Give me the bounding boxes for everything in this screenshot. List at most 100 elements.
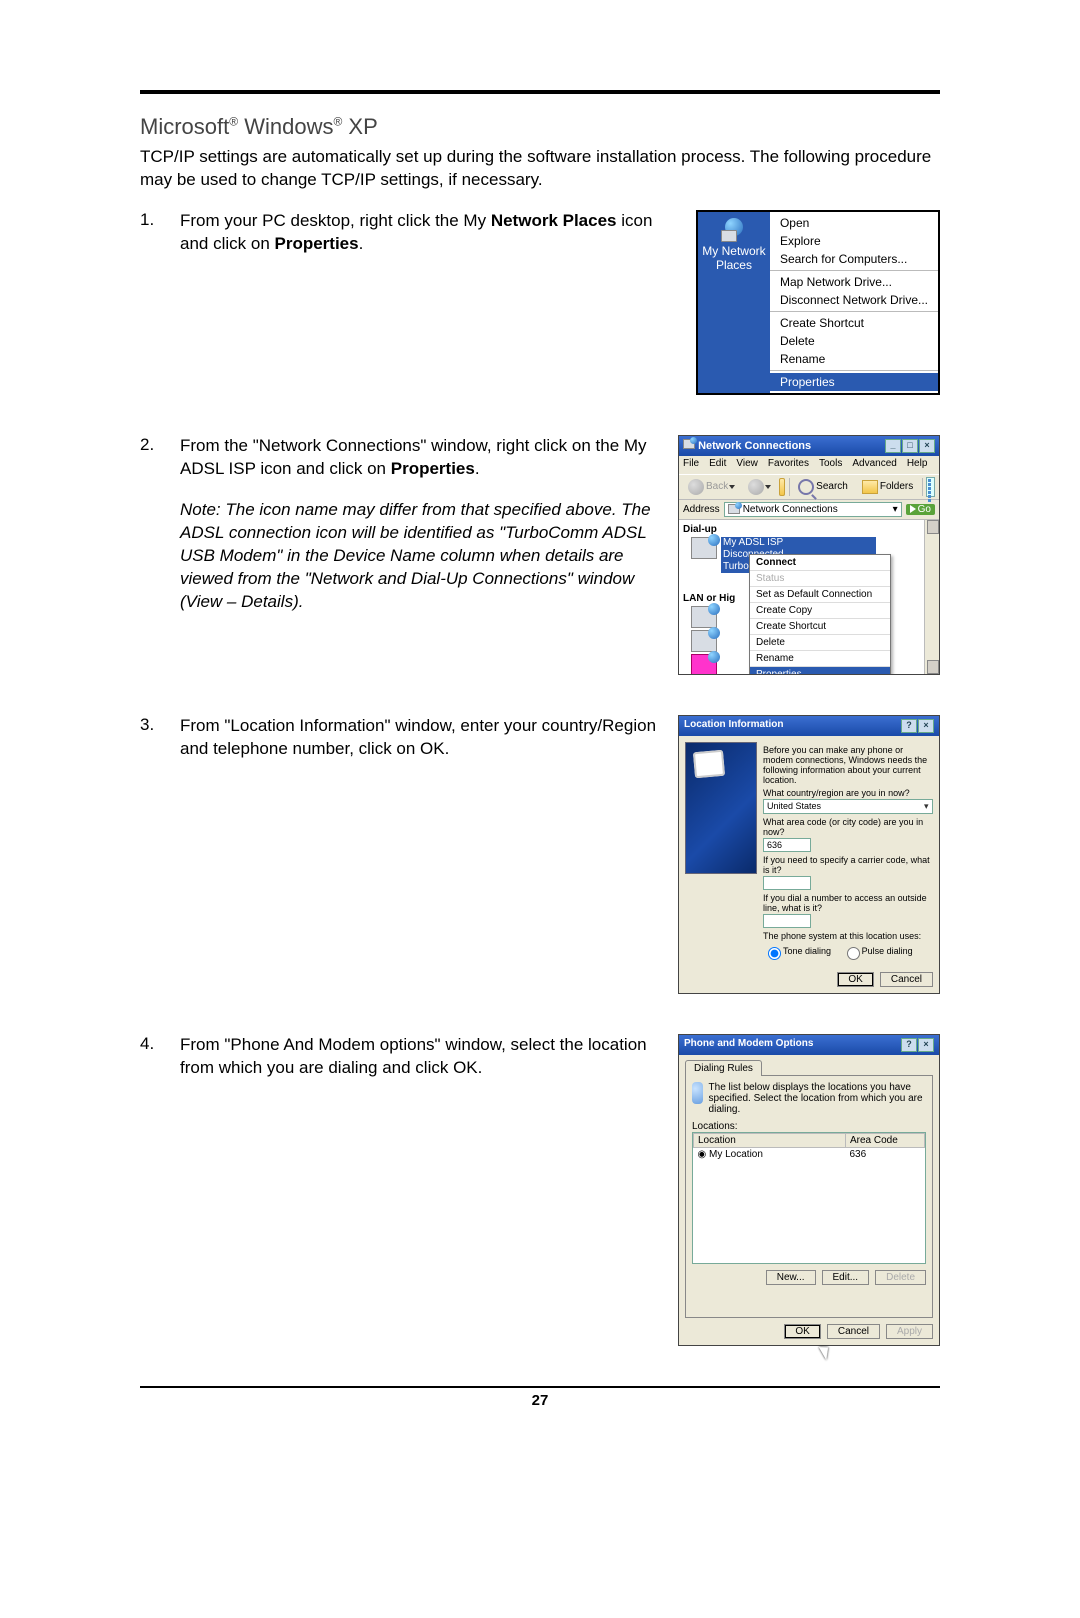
menu-map-drive[interactable]: Map Network Drive...: [770, 273, 938, 291]
step-2-number: 2.: [140, 435, 180, 455]
menu-help[interactable]: Help: [907, 458, 928, 472]
ctx-properties[interactable]: Properties: [750, 667, 890, 674]
menu-advanced[interactable]: Advanced: [852, 458, 896, 472]
step-1-frag-c: .: [359, 234, 364, 253]
ctx-set-default[interactable]: Set as Default Connection: [750, 587, 890, 603]
ctx-delete[interactable]: Delete: [750, 635, 890, 651]
up-button[interactable]: [779, 478, 785, 496]
carrier-code-input[interactable]: [763, 876, 811, 890]
folders-button[interactable]: Folders: [857, 478, 918, 496]
ctx-connect[interactable]: Connect: [750, 555, 890, 571]
address-value: Network Connections: [743, 504, 838, 515]
connection-icon: [691, 537, 717, 559]
menu-favorites[interactable]: Favorites: [768, 458, 809, 472]
menu-disconnect-drive[interactable]: Disconnect Network Drive...: [770, 291, 938, 309]
tab-dialing-rules[interactable]: Dialing Rules: [685, 1060, 762, 1076]
edit-button[interactable]: Edit...: [822, 1270, 870, 1285]
icon-label-line1: My Network: [702, 244, 766, 258]
close-button[interactable]: ×: [919, 439, 935, 453]
address-bar: Address Network Connections▾ Go: [679, 500, 939, 520]
step-1-number: 1.: [140, 210, 180, 230]
menu-edit[interactable]: Edit: [709, 458, 726, 472]
table-row[interactable]: ◉ My Location 636: [694, 1147, 925, 1161]
label-phone-system: The phone system at this location uses:: [763, 931, 933, 941]
ctx-create-shortcut[interactable]: Create Shortcut: [750, 619, 890, 635]
views-button[interactable]: [926, 477, 935, 497]
forward-button[interactable]: [743, 477, 775, 497]
scrollbar[interactable]: [924, 520, 939, 674]
section-heading: Microsoft® Windows® XP: [140, 114, 940, 140]
ctx-status: Status: [750, 571, 890, 587]
toolbar: Back Search Folders: [679, 474, 939, 500]
screenshot-context-menu: My Network Places Open Explore Search fo…: [696, 210, 940, 395]
step-2-bold-a: Properties: [391, 459, 475, 478]
radio-pulse-input[interactable]: [847, 947, 860, 960]
locations-label: Locations:: [692, 1121, 926, 1132]
dialog-title-bar: Phone and Modem Options ?×: [679, 1035, 939, 1055]
screenshot-location-information: Location Information ?× Before you can m…: [678, 715, 940, 994]
search-button[interactable]: Search: [793, 477, 853, 497]
dialog-title: Phone and Modem Options: [684, 1038, 813, 1052]
country-select[interactable]: United States: [763, 799, 933, 814]
ctx-rename[interactable]: Rename: [750, 651, 890, 667]
menu-view[interactable]: View: [736, 458, 758, 472]
address-field[interactable]: Network Connections▾: [724, 502, 902, 517]
label-carrier: If you need to specify a carrier code, w…: [763, 855, 933, 875]
menu-properties[interactable]: Properties: [770, 373, 938, 391]
minimize-button[interactable]: _: [885, 439, 901, 453]
back-label: Back: [706, 481, 728, 492]
menu-create-shortcut[interactable]: Create Shortcut: [770, 314, 938, 332]
menu-search-computers[interactable]: Search for Computers...: [770, 250, 938, 268]
outside-line-input[interactable]: [763, 914, 811, 928]
back-button[interactable]: Back: [683, 477, 739, 497]
close-button[interactable]: ×: [918, 719, 934, 733]
ok-button[interactable]: OK: [784, 1324, 820, 1339]
area-code-input[interactable]: 636: [763, 838, 811, 852]
close-button[interactable]: ×: [918, 1038, 934, 1052]
menu-delete[interactable]: Delete: [770, 332, 938, 350]
reg-mark-2: ®: [333, 115, 342, 129]
radio-tone-input[interactable]: [768, 947, 781, 960]
country-value: United States: [767, 801, 821, 812]
heading-word-2: Windows: [238, 114, 333, 139]
lan-icon: [691, 606, 717, 628]
new-button[interactable]: New...: [766, 1270, 816, 1285]
maximize-button[interactable]: □: [902, 439, 918, 453]
help-button[interactable]: ?: [901, 719, 917, 733]
cancel-button[interactable]: Cancel: [827, 1324, 880, 1339]
step-2-text: From the "Network Connections" window, r…: [180, 435, 678, 614]
go-button[interactable]: Go: [906, 504, 935, 515]
connection-name: My ADSL ISP: [721, 537, 876, 549]
col-location[interactable]: Location: [694, 1133, 846, 1147]
radio-tone[interactable]: Tone dialing: [763, 946, 831, 956]
step-4-number: 4.: [140, 1034, 180, 1054]
menu-file[interactable]: File: [683, 458, 699, 472]
folders-label: Folders: [880, 481, 913, 492]
globe-icon: [721, 218, 747, 240]
folders-icon: [862, 480, 878, 494]
menu-tools[interactable]: Tools: [819, 458, 842, 472]
ctx-create-copy[interactable]: Create Copy: [750, 603, 890, 619]
window-buttons: _□×: [884, 439, 935, 453]
delete-button: Delete: [875, 1270, 926, 1285]
help-button[interactable]: ?: [901, 1038, 917, 1052]
cancel-button[interactable]: Cancel: [880, 972, 933, 987]
step-1: 1. From your PC desktop, right click the…: [140, 210, 940, 395]
step-1-bold-b: Properties: [275, 234, 359, 253]
locations-list[interactable]: Location Area Code ◉ My Location 636: [692, 1132, 926, 1264]
go-label: Go: [918, 504, 931, 515]
menu-open[interactable]: Open: [770, 214, 938, 232]
window-icon: [683, 439, 695, 449]
intro-paragraph: TCP/IP settings are automatically set up…: [140, 146, 940, 192]
step-2-note: Note: The icon name may differ from that…: [180, 499, 666, 614]
chevron-down-icon: [765, 485, 771, 489]
back-icon: [688, 479, 704, 495]
radio-pulse[interactable]: Pulse dialing: [842, 946, 913, 956]
menu-explore[interactable]: Explore: [770, 232, 938, 250]
my-network-places-icon[interactable]: My Network Places: [698, 212, 770, 393]
step-1-text: From your PC desktop, right click the My…: [180, 210, 696, 256]
label-outside: If you dial a number to access an outsid…: [763, 893, 933, 913]
col-area-code[interactable]: Area Code: [846, 1133, 925, 1147]
ok-button[interactable]: OK: [837, 972, 873, 987]
menu-rename[interactable]: Rename: [770, 350, 938, 368]
